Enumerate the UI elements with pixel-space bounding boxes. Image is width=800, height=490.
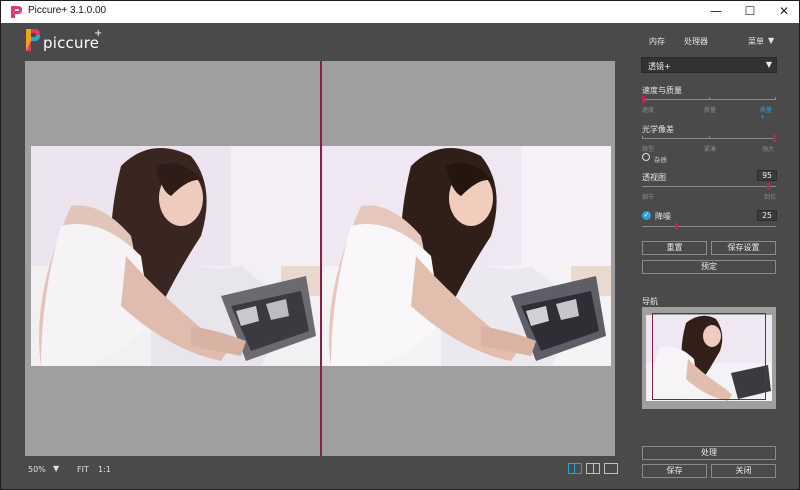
checkmark-icon: ✓ xyxy=(643,211,650,219)
zoom-dropdown-icon[interactable]: ▼ xyxy=(53,464,59,473)
process-button[interactable]: 处理 xyxy=(642,446,776,460)
slider-tick xyxy=(775,97,776,100)
sublabel-detail: 细节 xyxy=(642,194,655,201)
split-divider-handle[interactable] xyxy=(320,61,322,456)
logo-plus: + xyxy=(94,28,103,39)
window-title: Piccure+ 3.1.0.00 xyxy=(28,5,107,16)
default-button[interactable]: 预定 xyxy=(642,260,776,274)
denoise-slider[interactable] xyxy=(642,226,776,227)
close-button[interactable]: 关闭 xyxy=(711,464,776,478)
sublabel-micro: 微型 xyxy=(642,146,655,153)
perspective-label: 透视图 xyxy=(642,173,666,182)
close-window-button[interactable]: ✕ xyxy=(767,1,800,23)
preset-select[interactable]: 透镜+ ▼ xyxy=(641,57,777,73)
save-settings-button[interactable]: 保存设置 xyxy=(711,241,776,255)
zoom-level[interactable]: 50% xyxy=(28,465,46,474)
denoise-checkbox[interactable]: ✓ xyxy=(642,211,651,220)
minimize-button[interactable]: — xyxy=(699,1,733,23)
menu-caret-icon[interactable]: ▼ xyxy=(768,36,774,45)
app-window: Piccure+ 3.1.0.00 — ☐ ✕ piccure + 50% ▼ … xyxy=(0,0,800,490)
optical-thumb[interactable] xyxy=(773,135,776,142)
navigator-viewport-frame[interactable] xyxy=(652,313,766,400)
original-photo-image xyxy=(31,146,321,366)
chevron-down-icon: ▼ xyxy=(765,60,772,69)
processed-image xyxy=(321,146,611,366)
piccure-logo: piccure + xyxy=(25,28,105,54)
optical-label: 光学像差 xyxy=(642,125,674,134)
sublabel-compact: 紧凑 xyxy=(704,146,717,153)
sublabel-quality: 质量 xyxy=(704,107,717,114)
settings-panel: 内存 处理器 菜单 ▼ 透镜+ ▼ 速度与质量 速度 质量 质量+ 光学像差 微… xyxy=(641,29,777,484)
sublabel-in-place: 到位 xyxy=(764,194,777,201)
impurity-radio[interactable] xyxy=(642,153,650,161)
navigator-panel[interactable] xyxy=(642,307,776,409)
sublabel-strong: 强大 xyxy=(762,146,775,153)
bottom-toolbar: 50% ▼ FIT 1:1 xyxy=(25,459,618,481)
processed-photo-image xyxy=(321,146,611,366)
original-image xyxy=(31,146,321,366)
speed-quality-thumb[interactable] xyxy=(642,96,645,103)
impurity-label: 杂质 xyxy=(654,156,667,164)
denoise-value-field[interactable]: 25 xyxy=(757,210,777,221)
logo-text: piccure xyxy=(43,34,100,52)
perspective-thumb[interactable] xyxy=(767,183,770,190)
slider-tick xyxy=(709,97,710,100)
title-bar: Piccure+ 3.1.0.00 — ☐ ✕ xyxy=(1,1,799,23)
sublabel-quality-plus: 质量+ xyxy=(760,107,773,121)
fit-button[interactable]: FIT xyxy=(77,465,89,474)
speed-quality-label: 速度与质量 xyxy=(642,86,682,95)
sublabel-speed: 速度 xyxy=(642,107,655,114)
piccure-logo-icon xyxy=(26,29,40,51)
one-to-one-button[interactable]: 1:1 xyxy=(98,465,111,474)
reset-button[interactable]: 重置 xyxy=(642,241,707,255)
denoise-thumb[interactable] xyxy=(675,223,678,230)
preview-area[interactable] xyxy=(25,61,615,456)
processor-menu[interactable]: 处理器 xyxy=(684,36,708,47)
denoise-label: 降噪 xyxy=(655,212,671,221)
slider-tick xyxy=(709,136,710,139)
perspective-slider[interactable] xyxy=(642,186,776,187)
perspective-value-field[interactable]: 95 xyxy=(757,170,777,181)
piccure-app-icon xyxy=(11,6,22,18)
save-button[interactable]: 保存 xyxy=(642,464,707,478)
single-view-icon[interactable] xyxy=(604,463,618,474)
memory-menu[interactable]: 内存 xyxy=(649,36,665,47)
side-by-side-icon[interactable] xyxy=(586,463,600,474)
split-view-icon[interactable] xyxy=(568,463,582,474)
main-menu[interactable]: 菜单 xyxy=(748,36,764,47)
slider-tick xyxy=(642,136,643,139)
navigator-label: 导航 xyxy=(642,297,658,306)
maximize-button[interactable]: ☐ xyxy=(733,1,767,23)
preset-value: 透镜+ xyxy=(648,62,671,71)
